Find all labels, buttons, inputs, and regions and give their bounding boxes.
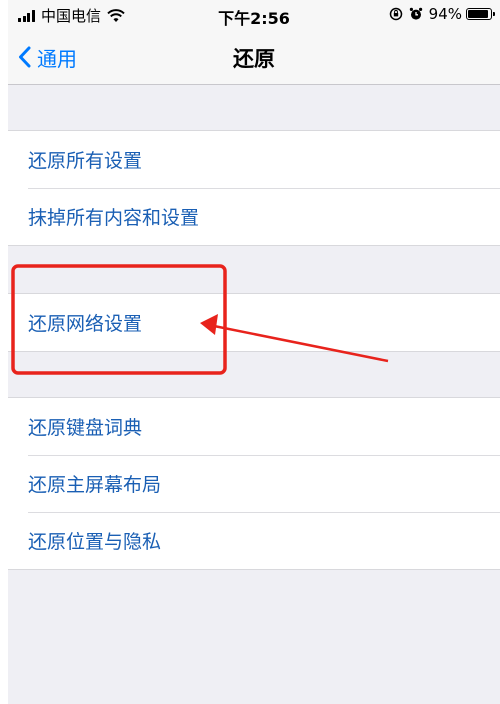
status-right: 94%	[389, 5, 495, 23]
back-label: 通用	[37, 46, 77, 71]
cell-label: 还原所有设置	[28, 150, 143, 172]
battery-fill	[468, 10, 488, 18]
reset-home-screen-layout-cell[interactable]: 还原主屏幕布局	[8, 455, 500, 512]
chevron-left-icon	[19, 46, 31, 68]
page-title: 还原	[233, 47, 275, 71]
cell-label: 还原主屏幕布局	[28, 474, 162, 496]
cell-label: 抹掉所有内容和设置	[28, 207, 200, 229]
status-bar: 中国电信 下午2:56 94%	[8, 0, 500, 30]
alarm-icon	[409, 7, 422, 20]
cell-label: 还原网络设置	[28, 313, 143, 335]
reset-group-2: 还原网络设置	[8, 293, 500, 352]
reset-all-settings-cell[interactable]: 还原所有设置	[8, 131, 500, 188]
rotation-lock-icon	[389, 7, 402, 21]
battery-cap	[493, 12, 495, 16]
reset-group-3: 还原键盘词典 还原主屏幕布局 还原位置与隐私	[8, 397, 500, 570]
battery-percent: 94%	[428, 5, 462, 23]
reset-group-1: 还原所有设置 抹掉所有内容和设置	[8, 130, 500, 246]
back-button[interactable]: 通用	[18, 40, 77, 74]
erase-all-content-cell[interactable]: 抹掉所有内容和设置	[8, 188, 500, 245]
reset-network-settings-cell[interactable]: 还原网络设置	[8, 294, 500, 351]
reset-location-privacy-cell[interactable]: 还原位置与隐私	[8, 512, 500, 569]
navigation-bar: 通用 还原	[8, 30, 500, 85]
battery-icon	[466, 8, 495, 20]
settings-screen: 中国电信 下午2:56 94% 通用 还原 还原所有设置 抹掉所有内容和设置 还…	[8, 0, 500, 704]
reset-keyboard-dictionary-cell[interactable]: 还原键盘词典	[8, 398, 500, 455]
cell-label: 还原键盘词典	[28, 417, 143, 439]
cell-label: 还原位置与隐私	[28, 531, 162, 553]
